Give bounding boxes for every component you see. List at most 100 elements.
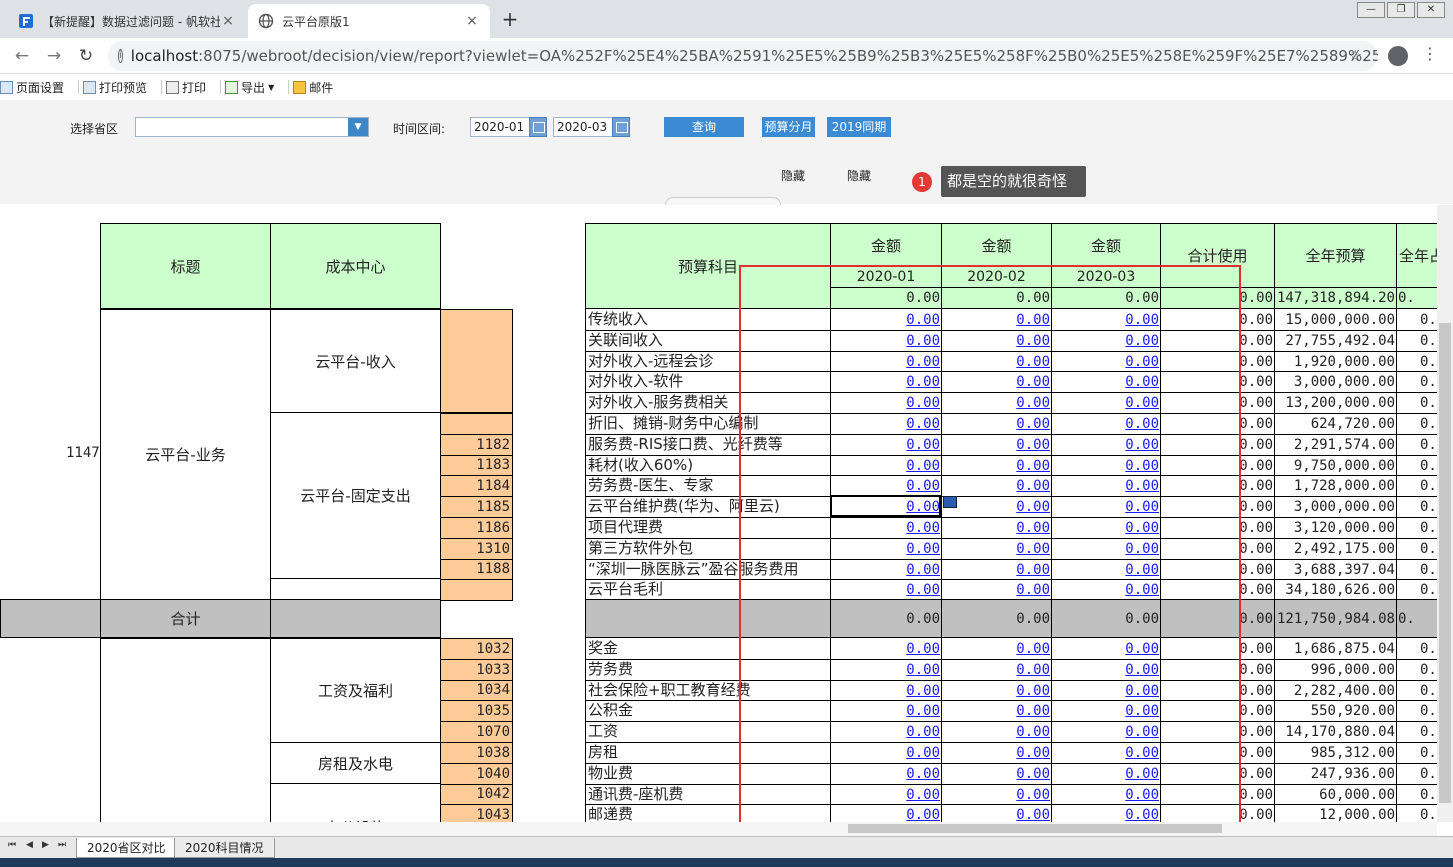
scrollbar-thumb[interactable] [1439,323,1451,803]
amount-link[interactable]: 0.00 [1051,764,1160,785]
amount-link[interactable]: 0.00 [830,539,941,560]
amount-link[interactable]: 0.00 [941,456,1051,477]
horizontal-scrollbar[interactable] [0,822,1437,836]
forward-arrow-icon[interactable]: → [42,44,66,68]
info-icon[interactable]: i [118,49,123,63]
amount-link[interactable]: 0.00 [941,560,1051,581]
new-tab-button[interactable]: + [498,8,522,32]
amount-link[interactable]: 0.00 [830,743,941,764]
close-tab-icon[interactable]: × [464,13,480,29]
amount-link[interactable]: 0.00 [941,497,1051,518]
email-button[interactable]: 邮件 [293,79,333,96]
hide-toggle-1[interactable]: 隐藏 [781,167,805,184]
amount-link[interactable]: 0.00 [1051,681,1160,702]
scrollbar-thumb[interactable] [848,824,1222,833]
menu-kebab-icon[interactable]: ⋮ [1422,44,1438,63]
amount-link[interactable]: 0.00 [941,764,1051,785]
sheet-tab-subject[interactable]: 2020科目情况 [174,838,275,858]
amount-link[interactable]: 0.00 [830,764,941,785]
amount-link[interactable]: 0.00 [1051,393,1160,414]
amount-link[interactable]: 0.00 [941,352,1051,373]
url-field[interactable]: i localhost:8075/webroot/decision/view/r… [108,41,1378,71]
minimize-icon[interactable]: — [1357,2,1385,18]
amount-link[interactable]: 0.00 [941,660,1051,681]
prev-sheet-icon[interactable]: ◀ [26,840,33,850]
vertical-scrollbar[interactable] [1437,205,1453,822]
amount-link[interactable]: 0.00 [830,560,941,581]
amount-link[interactable]: 0.00 [1051,476,1160,497]
amount-link[interactable]: 0.00 [830,639,941,660]
amount-link[interactable]: 0.00 [830,435,941,456]
amount-link[interactable]: 0.00 [830,414,941,435]
page-setup-button[interactable]: 页面设置 [0,79,64,96]
chevron-down-icon[interactable]: ▼ [348,118,368,136]
amount-link[interactable]: 0.00 [1051,743,1160,764]
amount-link[interactable]: 0.00 [1051,435,1160,456]
restore-icon[interactable]: ❐ [1387,2,1415,18]
query-button[interactable]: 查询 [664,117,744,137]
next-sheet-icon[interactable]: ▶ [42,840,49,850]
amount-link[interactable]: 0.00 [830,352,941,373]
hide-toggle-2[interactable]: 隐藏 [847,167,871,184]
reload-icon[interactable]: ↻ [74,44,98,68]
amount-link[interactable]: 0.00 [830,456,941,477]
amount-link[interactable]: 0.00 [1051,639,1160,660]
close-tab-icon[interactable]: × [220,13,236,29]
amount-link[interactable]: 0.00 [1051,414,1160,435]
amount-link[interactable]: 0.00 [941,639,1051,660]
amount-link[interactable]: 0.00 [830,518,941,539]
print-preview-button[interactable]: 打印预览 [83,79,147,96]
same-period-2019-button[interactable]: 2019同期 [827,117,891,137]
amount-link[interactable]: 0.00 [941,539,1051,560]
amount-link[interactable]: 0.00 [830,701,941,722]
browser-tab-report[interactable]: 云平台原版1 × [248,4,490,38]
amount-link[interactable]: 0.00 [830,331,941,352]
amount-link[interactable]: 0.00 [941,393,1051,414]
amount-link[interactable]: 0.00 [830,785,941,806]
amount-link[interactable]: 0.00 [830,310,941,331]
drill-link-icon[interactable] [943,496,957,508]
first-sheet-icon[interactable]: ⏮ [8,840,16,850]
province-select[interactable]: ▼ [135,117,369,137]
amount-link[interactable]: 0.00 [941,310,1051,331]
amount-link[interactable]: 0.00 [941,722,1051,743]
amount-link[interactable]: 0.00 [830,681,941,702]
amount-link[interactable]: 0.00 [941,805,1051,822]
browser-tab-forum[interactable]: 【新提醒】数据过滤问题 - 帆软社 × [8,4,246,38]
date-from-input[interactable]: 2020-01 [470,117,532,137]
amount-link[interactable]: 0.00 [941,785,1051,806]
date-to-input[interactable]: 2020-03 [553,117,615,137]
amount-link[interactable]: 0.00 [941,701,1051,722]
amount-link[interactable]: 0.00 [830,805,941,822]
amount-link[interactable]: 0.00 [1051,560,1160,581]
sheet-tab-province[interactable]: 2020省区对比 [76,838,177,858]
amount-link[interactable]: 0.00 [1051,456,1160,477]
amount-link[interactable]: 0.00 [1051,701,1160,722]
amount-link[interactable]: 0.00 [941,743,1051,764]
amount-link[interactable]: 0.00 [941,414,1051,435]
amount-link[interactable]: 0.00 [1051,660,1160,681]
amount-link[interactable]: 0.00 [941,518,1051,539]
back-arrow-icon[interactable]: ← [10,44,34,68]
amount-link[interactable]: 0.00 [1051,372,1160,393]
amount-link[interactable]: 0.00 [830,722,941,743]
amount-link[interactable]: 0.00 [1051,518,1160,539]
amount-link[interactable]: 0.00 [1051,805,1160,822]
calendar-icon[interactable] [612,117,630,137]
amount-link[interactable]: 0.00 [830,372,941,393]
amount-link[interactable]: 0.00 [830,393,941,414]
amount-link[interactable]: 0.00 [1051,785,1160,806]
amount-link[interactable]: 0.00 [1051,497,1160,518]
amount-link[interactable]: 0.00 [1051,722,1160,743]
amount-link[interactable]: 0.00 [1051,331,1160,352]
amount-link[interactable]: 0.00 [941,476,1051,497]
budget-monthly-button[interactable]: 预算分月 [762,117,815,137]
amount-link[interactable]: 0.00 [830,660,941,681]
bookmark-star-icon[interactable]: ☆ [1348,46,1362,65]
close-window-icon[interactable]: ✕ [1417,2,1445,18]
amount-link[interactable]: 0.00 [1051,310,1160,331]
last-sheet-icon[interactable]: ⏭ [58,840,66,850]
print-button[interactable]: 打印 [166,79,206,96]
amount-link[interactable]: 0.00 [941,372,1051,393]
amount-link[interactable]: 0.00 [1051,539,1160,560]
